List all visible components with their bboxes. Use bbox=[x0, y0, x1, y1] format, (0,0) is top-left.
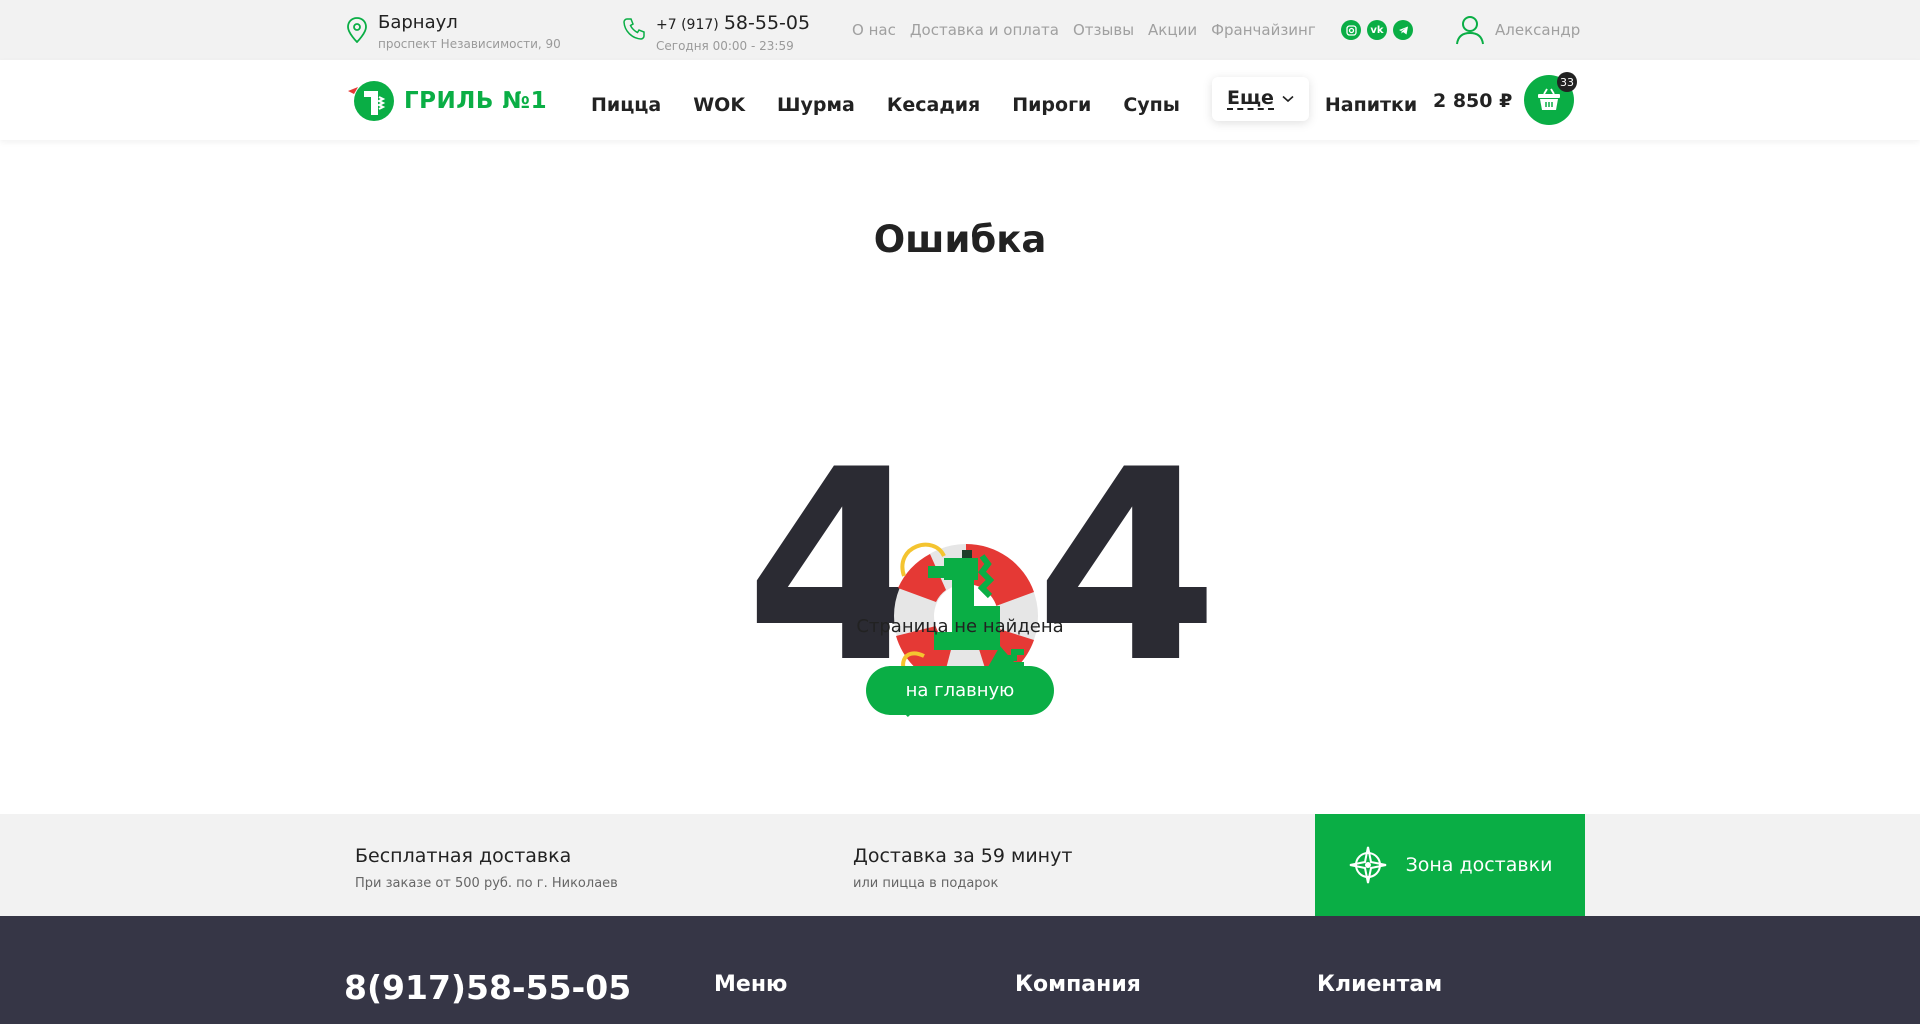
footer: 8(917)58-55-05 Меню Компания Клиентам bbox=[0, 916, 1920, 1024]
instagram-icon[interactable] bbox=[1341, 20, 1361, 40]
footer-company-heading: Компания bbox=[1015, 972, 1141, 997]
free-delivery-info: Бесплатная доставка При заказе от 500 ру… bbox=[355, 844, 618, 891]
vk-icon[interactable]: vk bbox=[1367, 20, 1387, 40]
phone-number[interactable]: 58-55-05 bbox=[724, 12, 810, 34]
city-address: проспект Независимости, 90 bbox=[378, 37, 561, 51]
nav-shawarma[interactable]: Шурма bbox=[777, 94, 855, 116]
top-links: О нас Доставка и оплата Отзывы Акции Фра… bbox=[852, 21, 1316, 39]
nav-pizza[interactable]: Пицца bbox=[591, 94, 661, 116]
nav-more-label: Еще bbox=[1226, 87, 1274, 110]
social-links: vk bbox=[1341, 20, 1413, 40]
delivery-time-title: Доставка за 59 минут bbox=[853, 845, 1073, 867]
nav-drinks[interactable]: Напитки bbox=[1325, 94, 1417, 116]
phone-icon bbox=[623, 18, 645, 40]
category-nav: Пицца WOK Шурма Кесадия Пироги Супы Еще … bbox=[591, 77, 1449, 121]
city-selector[interactable]: Барнаул проспект Независимости, 90 bbox=[346, 12, 561, 52]
footer-phone[interactable]: 8(917)58-55-05 bbox=[344, 968, 631, 1007]
top-bar: Барнаул проспект Независимости, 90 +7 (9… bbox=[0, 0, 1920, 60]
not-found-message: Страница не найдена bbox=[856, 616, 1064, 637]
free-delivery-subtitle: При заказе от 500 руб. по г. Николаев bbox=[355, 876, 618, 891]
cart-button[interactable]: 33 bbox=[1524, 72, 1577, 125]
working-hours: Сегодня 00:00 - 23:59 bbox=[656, 39, 794, 53]
nav-wok[interactable]: WOK bbox=[693, 94, 745, 116]
link-promotions[interactable]: Акции bbox=[1148, 21, 1197, 39]
telegram-icon[interactable] bbox=[1393, 20, 1413, 40]
link-franchise[interactable]: Франчайзинг bbox=[1211, 21, 1316, 39]
nav-soups[interactable]: Супы bbox=[1123, 94, 1180, 116]
delivery-zone-label: Зона доставки bbox=[1405, 854, 1553, 876]
compass-icon bbox=[1349, 846, 1386, 884]
delivery-time-subtitle: или пицца в подарок bbox=[853, 876, 999, 891]
user-account[interactable]: Александр bbox=[1454, 15, 1580, 45]
footer-clients-heading: Клиентам bbox=[1317, 972, 1443, 997]
delivery-info-strip: Бесплатная доставка При заказе от 500 ру… bbox=[0, 814, 1920, 916]
basket-icon bbox=[1538, 88, 1560, 110]
free-delivery-title: Бесплатная доставка bbox=[355, 845, 572, 867]
chevron-down-icon bbox=[1282, 95, 1294, 103]
error-page: Ошибка 4 4 Страница не найдена на главну… bbox=[0, 140, 1920, 814]
footer-menu-heading: Меню bbox=[714, 972, 788, 997]
location-pin-icon bbox=[347, 17, 367, 43]
user-name[interactable]: Александр bbox=[1495, 21, 1580, 39]
nav-quesadilla[interactable]: Кесадия bbox=[887, 94, 980, 116]
logo-text: ГРИЛЬ №1 bbox=[404, 88, 548, 114]
link-delivery[interactable]: Доставка и оплата bbox=[910, 21, 1059, 39]
phone-block[interactable]: +7 (917) 58-55-05 Сегодня 00:00 - 23:59 bbox=[622, 12, 810, 54]
nav-pies[interactable]: Пироги bbox=[1012, 94, 1091, 116]
delivery-zone-button[interactable]: Зона доставки bbox=[1315, 814, 1585, 916]
cart-count-badge: 33 bbox=[1557, 72, 1577, 92]
link-reviews[interactable]: Отзывы bbox=[1073, 21, 1134, 39]
main-header: ГРИЛЬ №1 Пицца WOK Шурма Кесадия Пироги … bbox=[0, 60, 1920, 140]
grill-logo-icon bbox=[348, 81, 394, 121]
page-title: Ошибка bbox=[873, 218, 1047, 261]
nav-more-dropdown[interactable]: Еще bbox=[1211, 77, 1309, 121]
user-icon bbox=[1456, 16, 1484, 45]
logo[interactable]: ГРИЛЬ №1 bbox=[346, 77, 547, 125]
cart-total[interactable]: 2 850 ₽ bbox=[1433, 90, 1512, 112]
link-about[interactable]: О нас bbox=[852, 21, 896, 39]
city-name[interactable]: Барнаул bbox=[378, 12, 561, 34]
phone-prefix: +7 (917) bbox=[656, 17, 719, 33]
go-home-button[interactable]: на главную bbox=[866, 666, 1054, 715]
delivery-time-info: Доставка за 59 минут или пицца в подарок bbox=[853, 844, 1072, 891]
error-digit-right: 4 bbox=[1035, 414, 1219, 721]
